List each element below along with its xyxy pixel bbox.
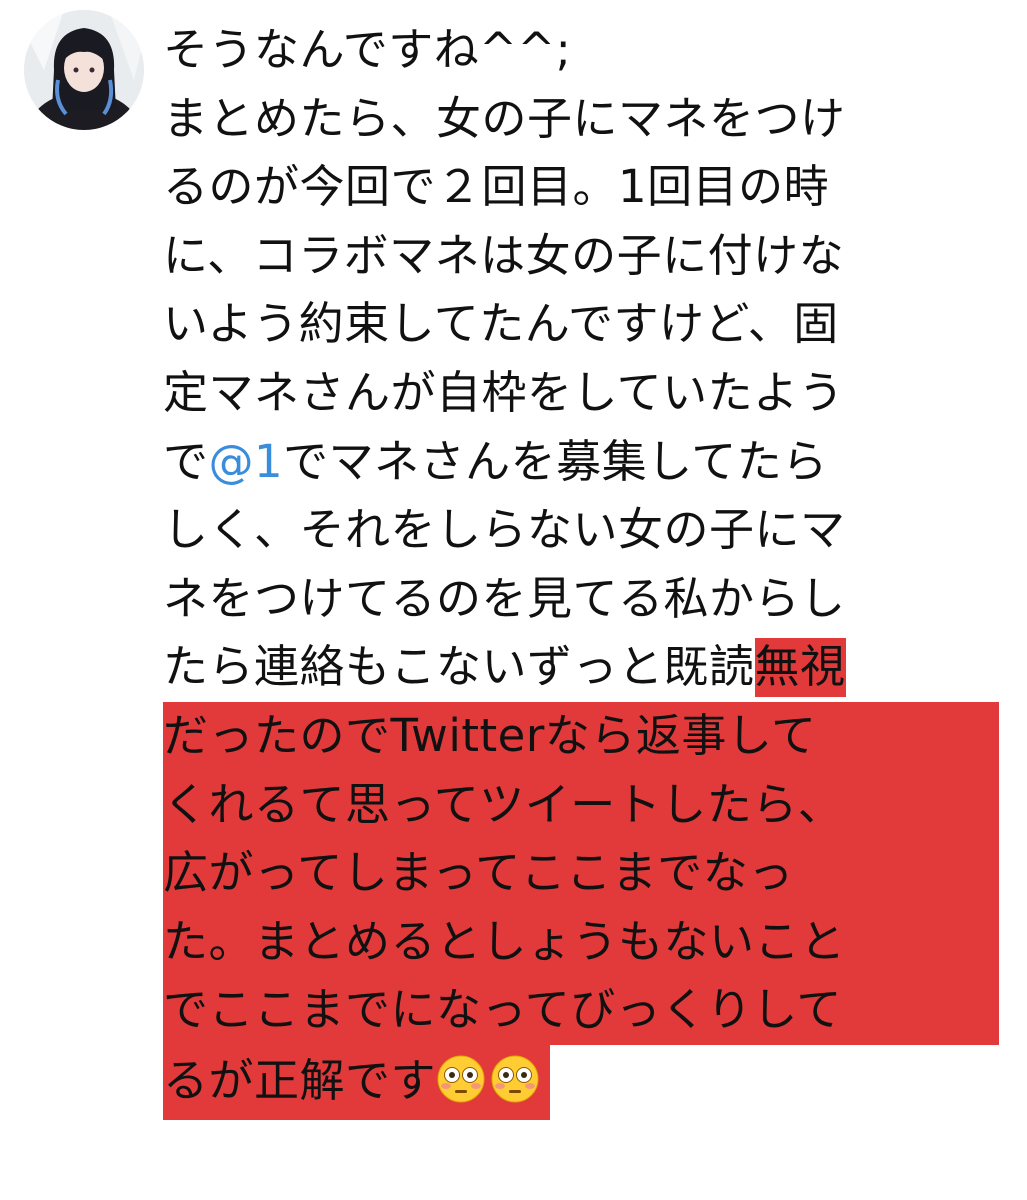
tweet-line: で@1でマネさんを募集してたら — [163, 428, 1013, 497]
highlighted-text: でここまでになってびっくりして — [163, 976, 999, 1045]
highlighted-text: 無視 — [754, 638, 846, 698]
tweet-text: そうなんですね^^; まとめたら、女の子にマネをつけ るのが今回で２回目。1回目… — [163, 16, 1013, 1120]
tweet-line: に、コラボマネは女の子に付けな — [163, 228, 845, 282]
tweet-line: そうなんですね^^; — [163, 23, 572, 76]
mention-link[interactable]: @1 — [209, 435, 284, 488]
tweet-text-segment: でマネさんを募集してたら — [283, 434, 828, 488]
tweet-line: るのが今回で２回目。1回目の時 — [163, 160, 830, 214]
tweet-line: まとめたら、女の子にマネをつけ — [163, 91, 846, 145]
tweet-text-segment: るが正解です — [163, 1053, 437, 1107]
tweet-line: たら連絡もこないずっと既読無視 — [163, 633, 1013, 702]
avatar-image — [24, 10, 144, 130]
highlighted-text: た。まとめるとしょうもないこと — [163, 907, 999, 977]
tweet-line: 広がってしまってここまでなっ — [163, 839, 1013, 908]
flushed-face-icon — [437, 1055, 485, 1103]
tweet-line: でここまでになってびっくりして — [163, 976, 1013, 1045]
highlighted-text: 広がってしまってここまでなっ — [163, 839, 999, 908]
tweet-line: 定マネさんが自枠をしていたよう — [163, 365, 845, 419]
tweet-line: いよう約束してたんですけど、固 — [163, 297, 839, 351]
tweet-row: そうなんですね^^; まとめたら、女の子にマネをつけ るのが今回で２回目。1回目… — [0, 0, 1027, 1200]
tweet-text-segment: で — [163, 434, 209, 488]
tweet-line: だったのでTwitterなら返事して — [163, 701, 1013, 771]
tweet-line: ネをつけてるのを見てる私からし — [163, 571, 846, 625]
highlighted-text-last: るが正解です — [163, 1044, 551, 1120]
avatar[interactable] — [24, 10, 144, 130]
tweet-line: るが正解です — [163, 1044, 1013, 1120]
tweet-line: た。まとめるとしょうもないこと — [163, 907, 1013, 977]
highlighted-text: くれるて思ってツイートしたら、 — [163, 770, 999, 840]
flushed-face-icon — [491, 1055, 539, 1103]
tweet-text-segment: たら連絡もこないずっと既読 — [163, 640, 755, 694]
highlighted-text: だったのでTwitterなら返事して — [163, 701, 999, 771]
tweet-line: くれるて思ってツイートしたら、 — [163, 770, 1013, 840]
tweet-line: しく、それをしらない女の子にマ — [163, 503, 846, 557]
